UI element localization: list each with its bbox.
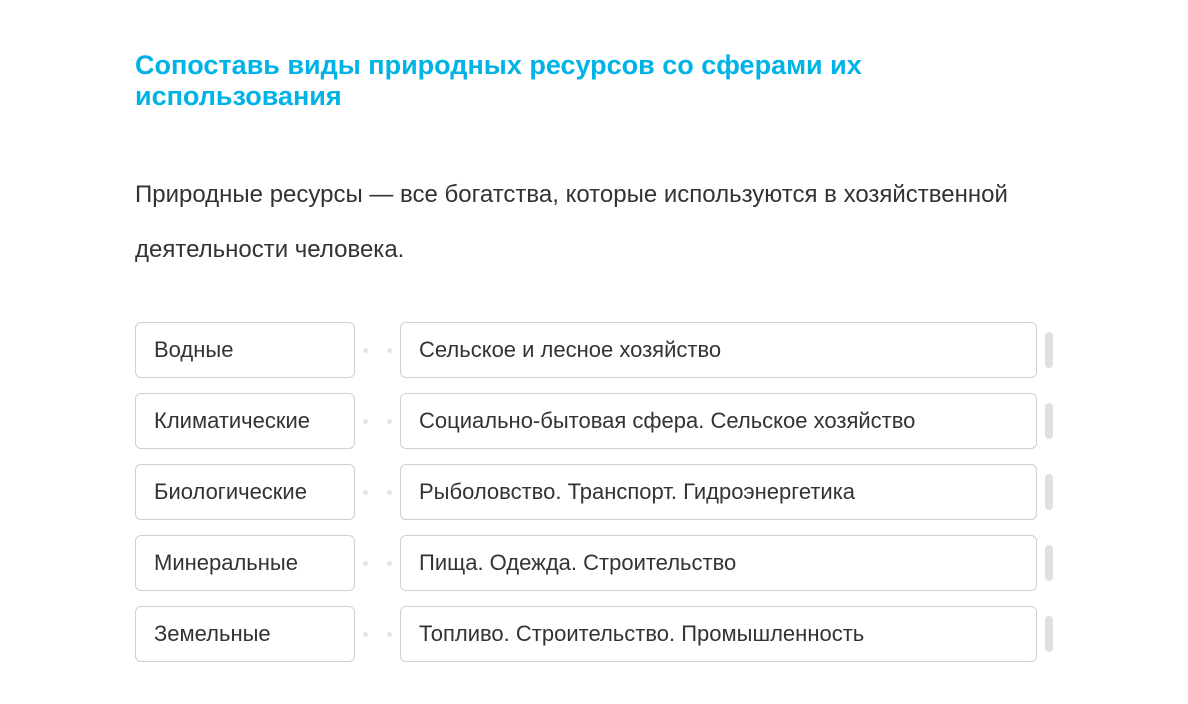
resource-type-item[interactable]: Земельные <box>135 606 355 662</box>
usage-sphere-item[interactable]: Топливо. Строительство. Промышленность <box>400 606 1037 662</box>
pair-row: Водные Сельское и лесное хозяйство <box>135 322 1053 378</box>
matching-pairs-container: Водные Сельское и лесное хозяйство Клима… <box>135 322 1053 662</box>
connector-icon <box>355 562 400 564</box>
usage-sphere-item[interactable]: Сельское и лесное хозяйство <box>400 322 1037 378</box>
exercise-description: Природные ресурсы — все богатства, котор… <box>135 167 1053 277</box>
connector-icon <box>355 633 400 635</box>
pair-row: Минеральные Пища. Одежда. Строительство <box>135 535 1053 591</box>
drag-handle-icon[interactable] <box>1045 403 1053 439</box>
resource-type-item[interactable]: Климатические <box>135 393 355 449</box>
usage-sphere-item[interactable]: Пища. Одежда. Строительство <box>400 535 1037 591</box>
connector-icon <box>355 420 400 422</box>
exercise-title: Сопоставь виды природных ресурсов со сфе… <box>135 50 1053 112</box>
drag-handle-icon[interactable] <box>1045 545 1053 581</box>
pair-row: Климатические Социально-бытовая сфера. С… <box>135 393 1053 449</box>
drag-handle-icon[interactable] <box>1045 616 1053 652</box>
usage-sphere-item[interactable]: Социально-бытовая сфера. Сельское хозяйс… <box>400 393 1037 449</box>
resource-type-item[interactable]: Биологические <box>135 464 355 520</box>
drag-handle-icon[interactable] <box>1045 332 1053 368</box>
pair-row: Земельные Топливо. Строительство. Промыш… <box>135 606 1053 662</box>
usage-sphere-item[interactable]: Рыболовство. Транспорт. Гидроэнергетика <box>400 464 1037 520</box>
resource-type-item[interactable]: Водные <box>135 322 355 378</box>
pair-row: Биологические Рыболовство. Транспорт. Ги… <box>135 464 1053 520</box>
connector-icon <box>355 349 400 351</box>
drag-handle-icon[interactable] <box>1045 474 1053 510</box>
connector-icon <box>355 491 400 493</box>
resource-type-item[interactable]: Минеральные <box>135 535 355 591</box>
